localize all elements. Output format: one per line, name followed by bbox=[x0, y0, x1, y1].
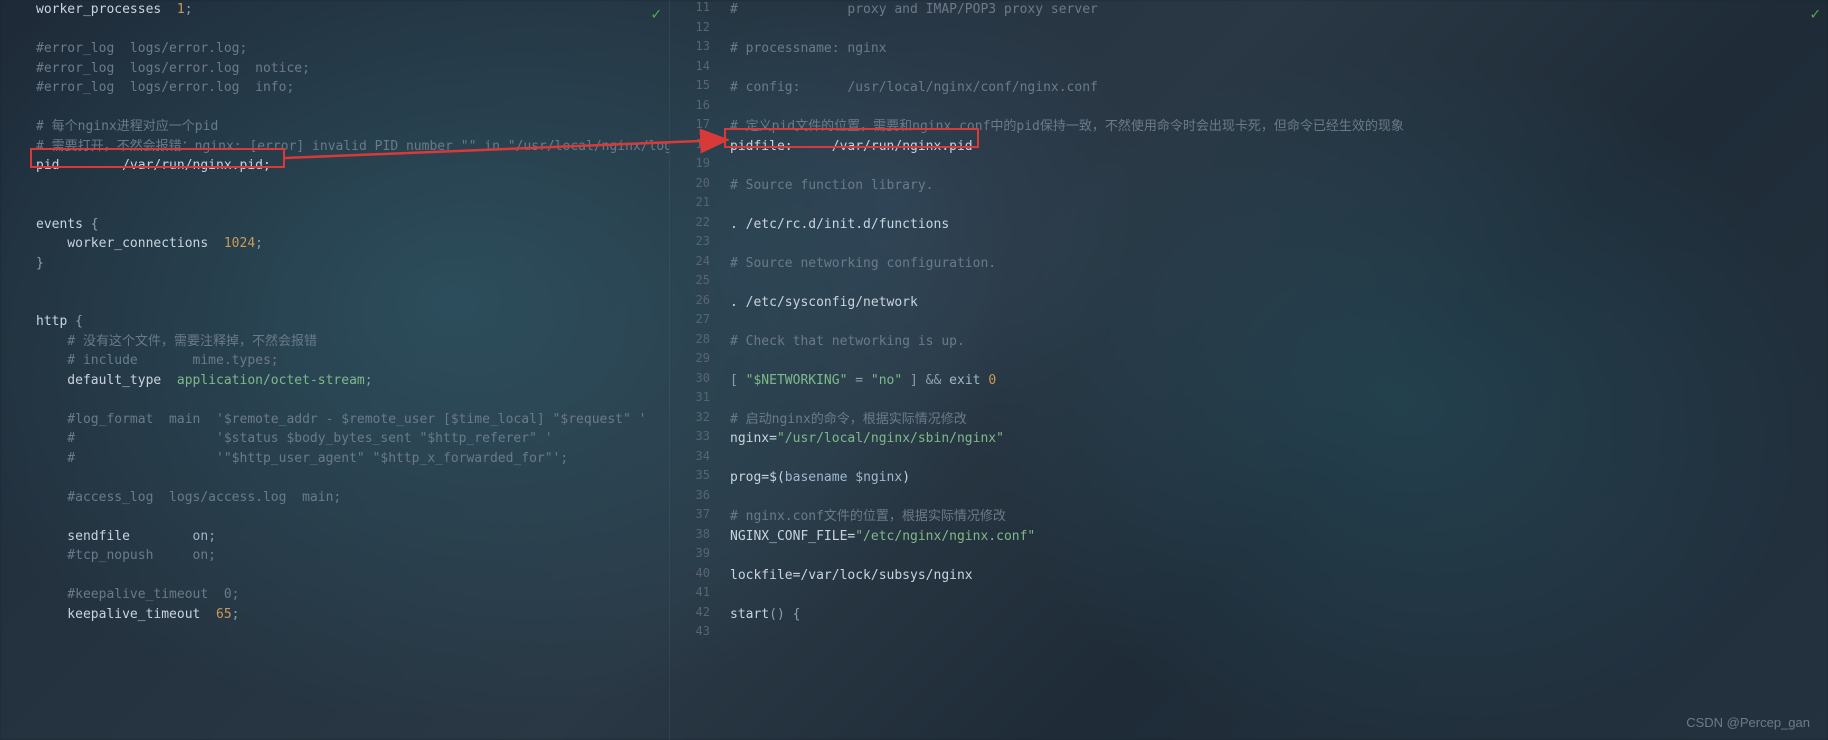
code-line[interactable] bbox=[730, 195, 1404, 215]
right-scrollbar[interactable] bbox=[1818, 0, 1826, 740]
code-line[interactable]: start() { bbox=[730, 605, 1404, 625]
code-line[interactable] bbox=[730, 20, 1404, 40]
code-line[interactable] bbox=[36, 98, 670, 118]
code-line[interactable] bbox=[730, 488, 1404, 508]
code-line[interactable]: worker_connections 1024; bbox=[36, 234, 670, 254]
code-line[interactable]: # 没有这个文件，需要注释掉，不然会报错 bbox=[36, 332, 670, 352]
code-line[interactable] bbox=[730, 59, 1404, 79]
right-editor-pane[interactable]: ✓ 11121314151617181920212223242526272829… bbox=[670, 0, 1828, 740]
code-line[interactable]: prog=$(basename $nginx) bbox=[730, 468, 1404, 488]
code-line[interactable]: # 每个nginx进程对应一个pid bbox=[36, 117, 670, 137]
code-line[interactable] bbox=[730, 234, 1404, 254]
code-line[interactable] bbox=[730, 351, 1404, 371]
code-line[interactable] bbox=[36, 507, 670, 527]
code-line[interactable]: default_type application/octet-stream; bbox=[36, 371, 670, 391]
code-line[interactable] bbox=[730, 546, 1404, 566]
code-line[interactable]: # include mime.types; bbox=[36, 351, 670, 371]
code-line[interactable]: # Source networking configuration. bbox=[730, 254, 1404, 274]
code-line[interactable] bbox=[36, 195, 670, 215]
code-line[interactable]: # '$status $body_bytes_sent "$http_refer… bbox=[36, 429, 670, 449]
code-line[interactable]: keepalive_timeout 65; bbox=[36, 605, 670, 625]
code-line[interactable] bbox=[730, 98, 1404, 118]
code-line[interactable]: # proxy and IMAP/POP3 proxy server bbox=[730, 0, 1404, 20]
left-scrollbar[interactable] bbox=[659, 0, 667, 740]
code-line[interactable]: # config: /usr/local/nginx/conf/nginx.co… bbox=[730, 78, 1404, 98]
code-line[interactable]: pidfile: /var/run/nginx.pid bbox=[730, 137, 1404, 157]
code-line[interactable]: http { bbox=[36, 312, 670, 332]
code-line[interactable] bbox=[730, 624, 1404, 644]
left-editor-pane[interactable]: ✓ worker_processes 1;#error_log logs/err… bbox=[0, 0, 670, 740]
code-line[interactable]: #access_log logs/access.log main; bbox=[36, 488, 670, 508]
code-line[interactable]: } bbox=[36, 254, 670, 274]
code-line[interactable]: lockfile=/var/lock/subsys/nginx bbox=[730, 566, 1404, 586]
code-line[interactable]: # Source function library. bbox=[730, 176, 1404, 196]
code-line[interactable]: #tcp_nopush on; bbox=[36, 546, 670, 566]
code-line[interactable] bbox=[36, 293, 670, 313]
code-line[interactable]: pid /var/run/nginx.pid; bbox=[36, 156, 670, 176]
code-line[interactable]: #log_format main '$remote_addr - $remote… bbox=[36, 410, 670, 430]
code-line[interactable]: events { bbox=[36, 215, 670, 235]
code-line[interactable]: #keepalive_timeout 0; bbox=[36, 585, 670, 605]
code-line[interactable]: # '"$http_user_agent" "$http_x_forwarded… bbox=[36, 449, 670, 469]
left-code-area[interactable]: worker_processes 1; #error_log logs/error… bbox=[0, 0, 670, 624]
code-line[interactable]: #error_log logs/error.log notice; bbox=[36, 59, 670, 79]
code-line[interactable]: NGINX_CONF_FILE="/etc/nginx/nginx.conf" bbox=[730, 527, 1404, 547]
watermark-text: CSDN @Percep_gan bbox=[1686, 715, 1810, 730]
code-line[interactable] bbox=[36, 273, 670, 293]
code-line[interactable]: . /etc/rc.d/init.d/functions bbox=[730, 215, 1404, 235]
code-line[interactable]: # 定义pid文件的位置，需要和nginx.conf中的pid保持一致，不然使用… bbox=[730, 117, 1404, 137]
code-line[interactable]: # processname: nginx bbox=[730, 39, 1404, 59]
code-line[interactable]: #error_log logs/error.log; bbox=[36, 39, 670, 59]
code-line[interactable] bbox=[36, 390, 670, 410]
code-line[interactable] bbox=[730, 449, 1404, 469]
code-line[interactable] bbox=[730, 585, 1404, 605]
code-line[interactable] bbox=[730, 273, 1404, 293]
code-line[interactable]: # nginx.conf文件的位置，根据实际情况修改 bbox=[730, 507, 1404, 527]
code-line[interactable] bbox=[730, 312, 1404, 332]
code-line[interactable] bbox=[36, 20, 670, 40]
right-code-area[interactable]: # proxy and IMAP/POP3 proxy server # proc… bbox=[670, 0, 1404, 644]
code-line[interactable]: . /etc/sysconfig/network bbox=[730, 293, 1404, 313]
code-line[interactable]: sendfile on; bbox=[36, 527, 670, 547]
code-line[interactable] bbox=[36, 176, 670, 196]
code-line[interactable]: [ "$NETWORKING" = "no" ] && exit 0 bbox=[730, 371, 1404, 391]
code-line[interactable]: worker_processes 1; bbox=[36, 0, 670, 20]
code-line[interactable]: # 需要打开，不然会报错：nginx: [error] invalid PID … bbox=[36, 137, 670, 157]
code-line[interactable]: # Check that networking is up. bbox=[730, 332, 1404, 352]
code-line[interactable] bbox=[730, 390, 1404, 410]
code-line[interactable] bbox=[730, 156, 1404, 176]
code-line[interactable]: nginx="/usr/local/nginx/sbin/nginx" bbox=[730, 429, 1404, 449]
code-line[interactable] bbox=[36, 468, 670, 488]
code-line[interactable] bbox=[36, 566, 670, 586]
code-line[interactable]: # 启动nginx的命令，根据实际情况修改 bbox=[730, 410, 1404, 430]
code-line[interactable]: #error_log logs/error.log info; bbox=[36, 78, 670, 98]
split-editor: ✓ worker_processes 1;#error_log logs/err… bbox=[0, 0, 1828, 740]
